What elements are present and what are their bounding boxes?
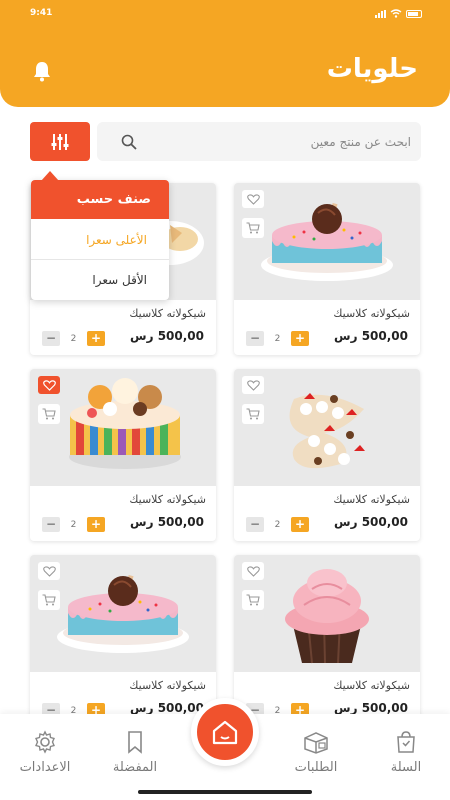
- search-input[interactable]: [141, 122, 411, 161]
- cart-icon: [246, 222, 260, 234]
- product-price: 500,00 رس: [334, 515, 408, 529]
- bell-icon[interactable]: [30, 59, 54, 83]
- product-price: 500,00 رس: [130, 701, 204, 715]
- product-name: شيكولاته كلاسيك: [333, 493, 410, 506]
- app-header: 9:41 حلويات: [0, 0, 450, 107]
- product-price: 500,00 رس: [130, 329, 204, 343]
- add-to-cart-button[interactable]: [38, 590, 60, 610]
- home-button[interactable]: [191, 698, 259, 766]
- product-price: 500,00 رس: [334, 701, 408, 715]
- filter-icon: [51, 133, 69, 150]
- heart-icon: [246, 565, 260, 577]
- bag-icon: [397, 731, 415, 753]
- nav-favorites[interactable]: المفضلة: [95, 730, 175, 775]
- increase-button[interactable]: +: [87, 331, 105, 346]
- quantity-value: 2: [70, 333, 77, 344]
- product-price: 500,00 رس: [130, 515, 204, 529]
- heart-icon: [246, 379, 260, 391]
- sort-dropdown: صنف حسب الأعلى سعرا الأقل سعرا: [31, 171, 169, 300]
- add-to-cart-button[interactable]: [38, 404, 60, 424]
- decrease-button[interactable]: −: [246, 517, 264, 532]
- favorite-button[interactable]: [242, 376, 264, 394]
- product-name: شيكولاته كلاسيك: [333, 307, 410, 320]
- cart-icon: [246, 408, 260, 420]
- decrease-button[interactable]: −: [42, 517, 60, 532]
- gear-icon: [35, 730, 55, 754]
- search-icon[interactable]: [121, 134, 137, 150]
- product-card[interactable]: شيكولاته كلاسيك 500,00 رس − 2 +: [234, 369, 420, 541]
- sort-option-highest-price[interactable]: الأعلى سعرا: [31, 220, 169, 260]
- quantity-stepper: − 2 +: [42, 331, 105, 346]
- favorite-button[interactable]: [242, 190, 264, 208]
- heart-icon: [42, 565, 56, 577]
- search-bar: [97, 122, 421, 161]
- product-name: شيكولاته كلاسيك: [129, 493, 206, 506]
- nav-orders-label: الطلبات: [294, 760, 338, 775]
- home-indicator: [138, 790, 312, 794]
- decrease-button[interactable]: −: [246, 331, 264, 346]
- quantity-stepper: − 2 +: [246, 517, 309, 532]
- sort-heading: صنف حسب: [31, 180, 169, 219]
- nav-cart[interactable]: السلة: [366, 730, 446, 775]
- favorite-button[interactable]: [38, 562, 60, 580]
- increase-button[interactable]: +: [87, 517, 105, 532]
- filter-button[interactable]: [30, 122, 90, 161]
- nav-cart-label: السلة: [390, 760, 422, 775]
- product-name: شيكولاته كلاسيك: [129, 679, 206, 692]
- bookmark-icon: [128, 731, 142, 754]
- increase-button[interactable]: +: [291, 331, 309, 346]
- decrease-button[interactable]: −: [42, 331, 60, 346]
- status-bar: 9:41: [0, 8, 450, 24]
- cart-icon: [42, 594, 56, 606]
- quantity-value: 2: [274, 519, 281, 530]
- page-title: حلويات: [326, 54, 418, 84]
- product-price: 500,00 رس: [334, 329, 408, 343]
- increase-button[interactable]: +: [291, 517, 309, 532]
- favorite-button[interactable]: [242, 562, 264, 580]
- product-card[interactable]: شيكولاته كلاسيك 500,00 رس − 2 +: [234, 183, 420, 355]
- product-card[interactable]: شيكولاته كلاسيك 500,00 رس − 2 +: [30, 555, 216, 727]
- wifi-icon: [390, 9, 402, 18]
- add-to-cart-button[interactable]: [242, 404, 264, 424]
- product-name: شيكولاته كلاسيك: [333, 679, 410, 692]
- nav-favorites-label: المفضلة: [112, 760, 158, 775]
- nav-settings[interactable]: الاعدادات: [5, 730, 85, 775]
- home-icon: [212, 720, 238, 745]
- sort-option-lowest-price[interactable]: الأقل سعرا: [31, 260, 169, 300]
- status-icons: [375, 9, 422, 18]
- status-time: 9:41: [30, 8, 53, 18]
- quantity-stepper: − 2 +: [246, 331, 309, 346]
- battery-icon: [406, 9, 422, 18]
- heart-icon: [246, 193, 260, 205]
- product-card[interactable]: شيكولاته كلاسيك 500,00 رس − 2 +: [30, 369, 216, 541]
- add-to-cart-button[interactable]: [242, 218, 264, 238]
- signal-icon: [375, 9, 386, 18]
- favorite-button[interactable]: [38, 376, 60, 394]
- product-card[interactable]: شيكولاته كلاسيك 500,00 رس − 2 +: [234, 555, 420, 727]
- nav-settings-label: الاعدادات: [19, 760, 71, 775]
- cart-icon: [42, 408, 56, 420]
- add-to-cart-button[interactable]: [242, 590, 264, 610]
- quantity-value: 2: [70, 519, 77, 530]
- box-icon: [304, 732, 328, 754]
- quantity-value: 2: [274, 333, 281, 344]
- heart-icon: [42, 379, 56, 391]
- product-name: شيكولاته كلاسيك: [129, 307, 206, 320]
- nav-orders[interactable]: الطلبات: [276, 730, 356, 775]
- cart-icon: [246, 594, 260, 606]
- quantity-stepper: − 2 +: [42, 517, 105, 532]
